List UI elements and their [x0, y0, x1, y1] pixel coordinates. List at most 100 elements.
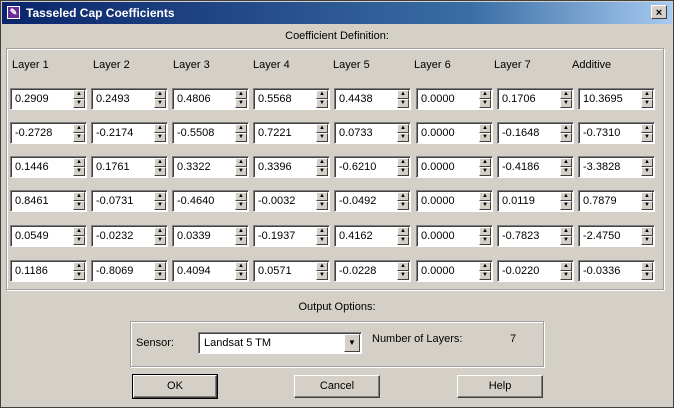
coefficient-spinbox[interactable]: ▲▼	[497, 88, 574, 110]
spin-up-icon[interactable]: ▲	[235, 262, 247, 271]
coefficient-spinbox[interactable]: ▲▼	[578, 156, 655, 178]
coefficient-field[interactable]	[581, 91, 643, 107]
spin-buttons[interactable]: ▲ ▼	[154, 227, 166, 245]
spin-up-icon[interactable]: ▲	[235, 158, 247, 167]
spin-buttons[interactable]: ▲ ▼	[154, 192, 166, 210]
coefficient-field[interactable]	[175, 193, 237, 209]
spin-up-icon[interactable]: ▲	[73, 158, 85, 167]
coefficient-spinbox[interactable]: ▲▼	[578, 122, 655, 144]
cancel-button[interactable]: Cancel	[294, 375, 380, 398]
coefficient-field[interactable]	[256, 193, 318, 209]
spin-up-icon[interactable]: ▲	[560, 227, 572, 236]
close-button[interactable]: ×	[651, 5, 667, 19]
coefficient-spinbox[interactable]: ▲▼	[172, 122, 249, 144]
ok-button[interactable]: OK	[132, 374, 218, 399]
coefficient-spinbox[interactable]: ▲▼	[91, 88, 168, 110]
coefficient-field[interactable]	[500, 125, 562, 141]
spin-up-icon[interactable]: ▲	[560, 192, 572, 201]
spin-buttons[interactable]: ▲ ▼	[397, 262, 409, 280]
spin-up-icon[interactable]: ▲	[73, 124, 85, 133]
spin-buttons[interactable]: ▲ ▼	[154, 90, 166, 108]
spin-down-icon[interactable]: ▼	[479, 271, 491, 280]
coefficient-spinbox[interactable]: ▲▼	[578, 260, 655, 282]
spin-down-icon[interactable]: ▼	[397, 201, 409, 210]
spin-buttons[interactable]: ▲ ▼	[641, 262, 653, 280]
coefficient-spinbox[interactable]: ▲▼	[10, 260, 87, 282]
coefficient-spinbox[interactable]: ▲▼	[578, 88, 655, 110]
coefficient-spinbox[interactable]: ▲▼	[334, 260, 411, 282]
coefficient-spinbox[interactable]: ▲▼	[416, 88, 493, 110]
coefficient-field[interactable]	[419, 91, 481, 107]
coefficient-field[interactable]	[337, 228, 399, 244]
coefficient-spinbox[interactable]: ▲▼	[416, 122, 493, 144]
spin-down-icon[interactable]: ▼	[316, 271, 328, 280]
coefficient-spinbox[interactable]: ▲▼	[253, 122, 330, 144]
coefficient-spinbox[interactable]: ▲▼	[253, 190, 330, 212]
spin-buttons[interactable]: ▲ ▼	[479, 192, 491, 210]
spin-up-icon[interactable]: ▲	[397, 192, 409, 201]
spin-down-icon[interactable]: ▼	[479, 133, 491, 142]
spin-up-icon[interactable]: ▲	[560, 90, 572, 99]
spin-up-icon[interactable]: ▲	[316, 262, 328, 271]
spin-up-icon[interactable]: ▲	[235, 124, 247, 133]
spin-buttons[interactable]: ▲ ▼	[154, 158, 166, 176]
spin-down-icon[interactable]: ▼	[479, 167, 491, 176]
coefficient-field[interactable]	[256, 91, 318, 107]
spin-buttons[interactable]: ▲ ▼	[479, 124, 491, 142]
spin-down-icon[interactable]: ▼	[397, 99, 409, 108]
spin-down-icon[interactable]: ▼	[154, 201, 166, 210]
spin-up-icon[interactable]: ▲	[154, 262, 166, 271]
chevron-down-icon[interactable]: ▼	[344, 334, 360, 352]
spin-down-icon[interactable]: ▼	[73, 99, 85, 108]
coefficient-spinbox[interactable]: ▲▼	[253, 225, 330, 247]
coefficient-field[interactable]	[13, 159, 75, 175]
spin-down-icon[interactable]: ▼	[73, 167, 85, 176]
spin-buttons[interactable]: ▲ ▼	[235, 124, 247, 142]
coefficient-spinbox[interactable]: ▲▼	[91, 190, 168, 212]
coefficient-field[interactable]	[13, 263, 75, 279]
spin-up-icon[interactable]: ▲	[154, 158, 166, 167]
coefficient-spinbox[interactable]: ▲▼	[578, 225, 655, 247]
coefficient-field[interactable]	[419, 125, 481, 141]
spin-down-icon[interactable]: ▼	[560, 236, 572, 245]
spin-buttons[interactable]: ▲ ▼	[235, 158, 247, 176]
spin-buttons[interactable]: ▲ ▼	[154, 262, 166, 280]
coefficient-spinbox[interactable]: ▲▼	[416, 260, 493, 282]
spin-down-icon[interactable]: ▼	[235, 99, 247, 108]
spin-up-icon[interactable]: ▲	[641, 124, 653, 133]
spin-down-icon[interactable]: ▼	[560, 133, 572, 142]
coefficient-spinbox[interactable]: ▲▼	[172, 190, 249, 212]
spin-down-icon[interactable]: ▼	[154, 99, 166, 108]
coefficient-field[interactable]	[581, 263, 643, 279]
spin-up-icon[interactable]: ▲	[560, 262, 572, 271]
spin-up-icon[interactable]: ▲	[560, 124, 572, 133]
spin-down-icon[interactable]: ▼	[641, 133, 653, 142]
coefficient-spinbox[interactable]: ▲▼	[91, 122, 168, 144]
coefficient-field[interactable]	[500, 193, 562, 209]
spin-up-icon[interactable]: ▲	[316, 90, 328, 99]
coefficient-spinbox[interactable]: ▲▼	[497, 260, 574, 282]
spin-down-icon[interactable]: ▼	[560, 201, 572, 210]
spin-buttons[interactable]: ▲ ▼	[235, 227, 247, 245]
spin-buttons[interactable]: ▲ ▼	[560, 262, 572, 280]
coefficient-spinbox[interactable]: ▲▼	[172, 225, 249, 247]
spin-buttons[interactable]: ▲ ▼	[641, 158, 653, 176]
coefficient-field[interactable]	[419, 193, 481, 209]
coefficient-spinbox[interactable]: ▲▼	[334, 122, 411, 144]
coefficient-spinbox[interactable]: ▲▼	[253, 88, 330, 110]
coefficient-spinbox[interactable]: ▲▼	[253, 156, 330, 178]
spin-down-icon[interactable]: ▼	[316, 99, 328, 108]
coefficient-spinbox[interactable]: ▲▼	[10, 88, 87, 110]
coefficient-spinbox[interactable]: ▲▼	[10, 122, 87, 144]
spin-down-icon[interactable]: ▼	[397, 167, 409, 176]
spin-up-icon[interactable]: ▲	[73, 227, 85, 236]
coefficient-field[interactable]	[94, 159, 156, 175]
spin-down-icon[interactable]: ▼	[641, 167, 653, 176]
spin-up-icon[interactable]: ▲	[479, 192, 491, 201]
spin-buttons[interactable]: ▲ ▼	[641, 90, 653, 108]
spin-buttons[interactable]: ▲ ▼	[560, 192, 572, 210]
coefficient-spinbox[interactable]: ▲▼	[91, 260, 168, 282]
spin-down-icon[interactable]: ▼	[316, 201, 328, 210]
spin-buttons[interactable]: ▲ ▼	[560, 90, 572, 108]
spin-down-icon[interactable]: ▼	[479, 99, 491, 108]
